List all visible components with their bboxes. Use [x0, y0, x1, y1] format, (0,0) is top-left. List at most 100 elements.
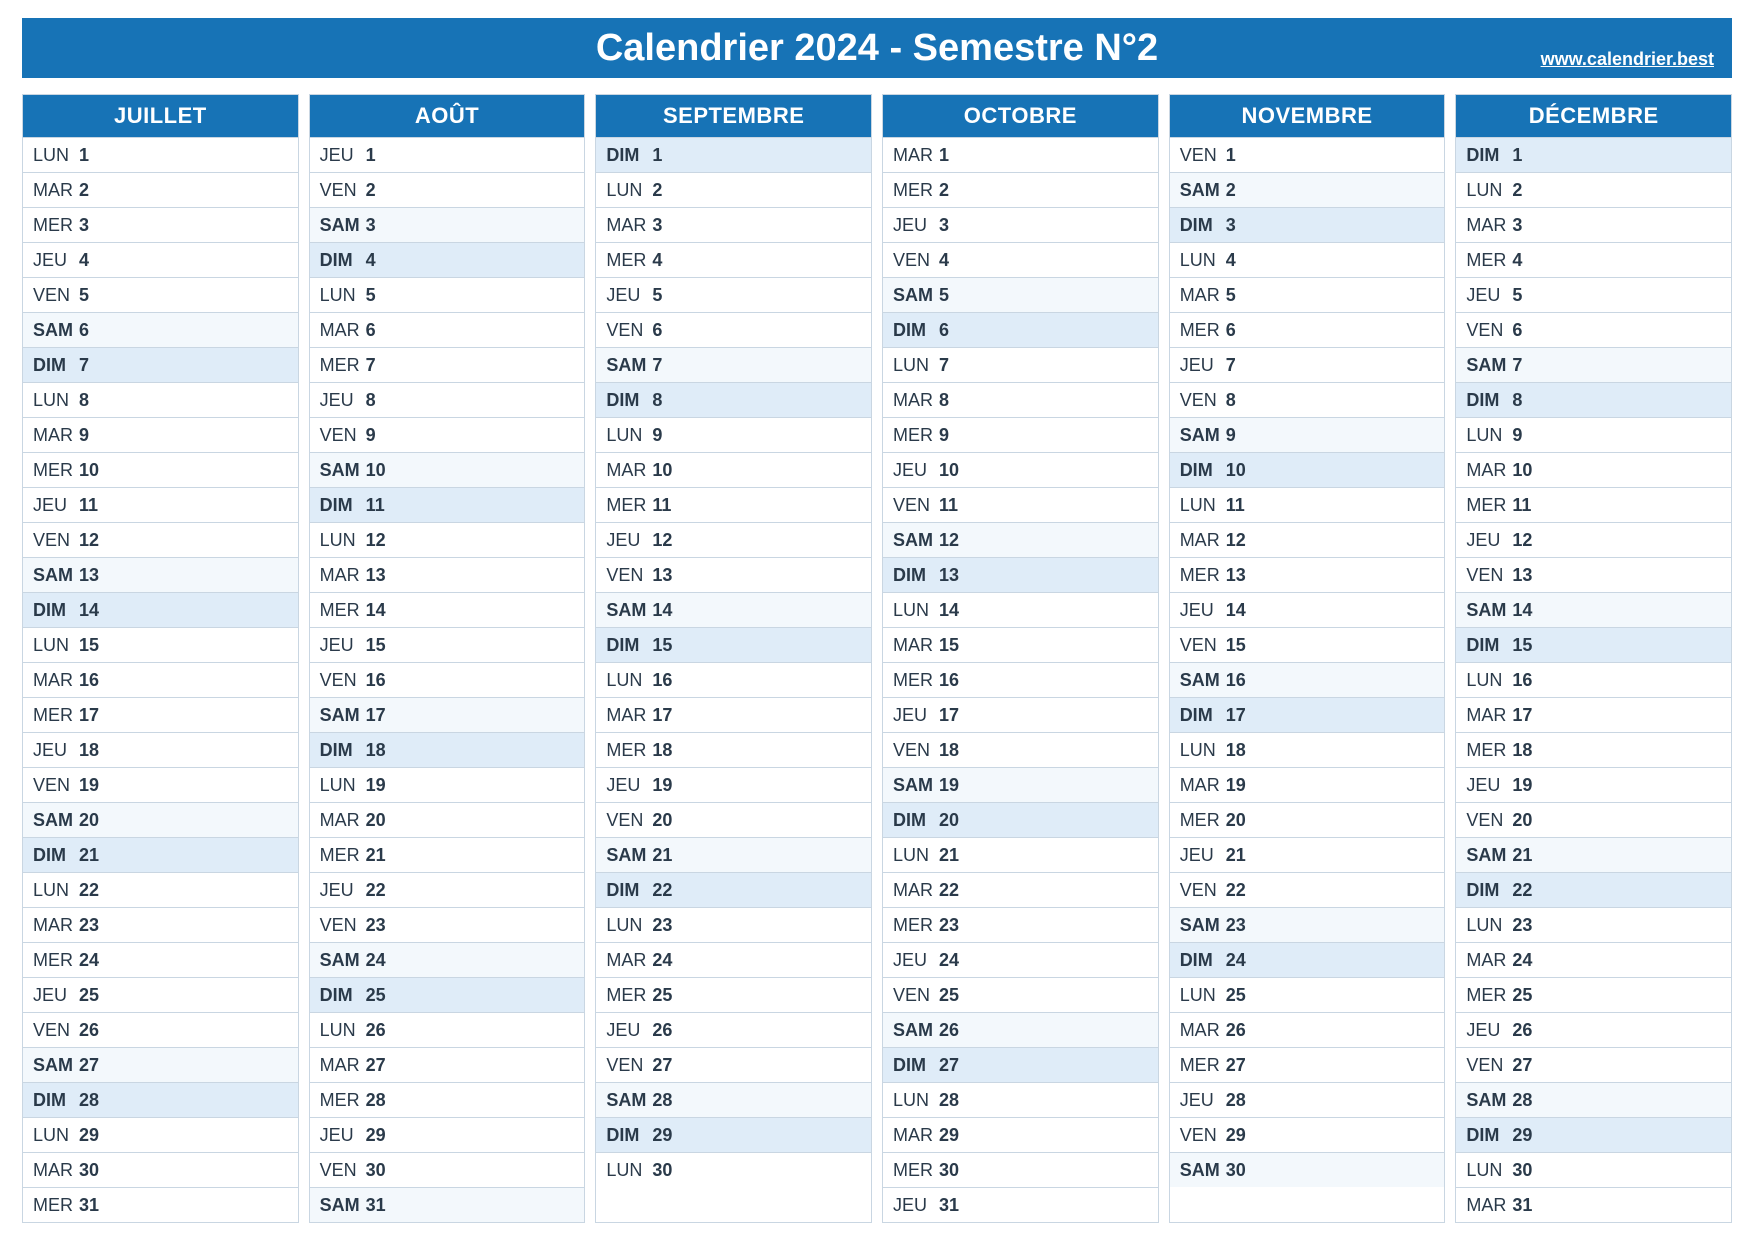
- day-row: LUN30: [596, 1152, 871, 1187]
- day-row: JEU12: [1456, 522, 1731, 557]
- day-of-week: LUN: [596, 180, 648, 201]
- day-number: 7: [648, 355, 662, 376]
- day-number: 6: [1508, 320, 1522, 341]
- day-number: 10: [935, 460, 959, 481]
- day-row: MAR26: [1170, 1012, 1445, 1047]
- day-row: LUN11: [1170, 487, 1445, 522]
- day-row: MER21: [310, 837, 585, 872]
- day-row: MER3: [23, 207, 298, 242]
- month-column: JUILLETLUN1MAR2MER3JEU4VEN5SAM6DIM7LUN8M…: [22, 94, 299, 1223]
- day-of-week: MAR: [1456, 460, 1508, 481]
- month-column: SEPTEMBREDIM1LUN2MAR3MER4JEU5VEN6SAM7DIM…: [595, 94, 872, 1223]
- day-of-week: LUN: [883, 600, 935, 621]
- day-of-week: SAM: [310, 215, 362, 236]
- day-row: JEU8: [310, 382, 585, 417]
- day-number: 18: [75, 740, 99, 761]
- months-grid: JUILLETLUN1MAR2MER3JEU4VEN5SAM6DIM7LUN8M…: [22, 94, 1732, 1223]
- day-row: LUN16: [596, 662, 871, 697]
- day-of-week: LUN: [310, 1020, 362, 1041]
- day-number: 15: [362, 635, 386, 656]
- day-row: SAM23: [1170, 907, 1445, 942]
- day-row: VEN25: [883, 977, 1158, 1012]
- day-of-week: LUN: [1170, 740, 1222, 761]
- day-of-week: SAM: [1456, 355, 1508, 376]
- day-number: 18: [1222, 740, 1246, 761]
- day-number: 13: [648, 565, 672, 586]
- day-row: DIM8: [1456, 382, 1731, 417]
- day-row: DIM1: [1456, 137, 1731, 172]
- day-of-week: MAR: [23, 180, 75, 201]
- day-number: 14: [75, 600, 99, 621]
- day-number: 29: [1222, 1125, 1246, 1146]
- day-number: 25: [1222, 985, 1246, 1006]
- day-number: 21: [935, 845, 959, 866]
- day-of-week: DIM: [1456, 145, 1508, 166]
- day-number: 2: [648, 180, 662, 201]
- day-number: 21: [362, 845, 386, 866]
- day-number: 28: [362, 1090, 386, 1111]
- day-row: MAR15: [883, 627, 1158, 662]
- day-of-week: MAR: [23, 425, 75, 446]
- day-number: 10: [648, 460, 672, 481]
- day-of-week: DIM: [1170, 950, 1222, 971]
- day-row: MAR6: [310, 312, 585, 347]
- day-of-week: LUN: [23, 145, 75, 166]
- header-bar: Calendrier 2024 - Semestre N°2 www.calen…: [22, 18, 1732, 78]
- day-number: 13: [75, 565, 99, 586]
- day-row: VEN6: [1456, 312, 1731, 347]
- day-of-week: JEU: [310, 880, 362, 901]
- day-row: VEN13: [596, 557, 871, 592]
- day-of-week: MAR: [310, 320, 362, 341]
- day-of-week: JEU: [1170, 355, 1222, 376]
- day-row: VEN2: [310, 172, 585, 207]
- day-row: DIM21: [23, 837, 298, 872]
- day-number: 13: [935, 565, 959, 586]
- day-row: MER24: [23, 942, 298, 977]
- day-number: 15: [935, 635, 959, 656]
- day-of-week: MER: [596, 495, 648, 516]
- day-of-week: VEN: [1456, 1055, 1508, 1076]
- day-number: 15: [75, 635, 99, 656]
- day-number: 4: [1508, 250, 1522, 271]
- day-row: DIM22: [1456, 872, 1731, 907]
- day-row: SAM31: [310, 1187, 585, 1222]
- day-of-week: DIM: [310, 985, 362, 1006]
- day-number: 29: [362, 1125, 386, 1146]
- day-row: MER13: [1170, 557, 1445, 592]
- day-number: 9: [75, 425, 89, 446]
- day-row: SAM17: [310, 697, 585, 732]
- day-number: 10: [75, 460, 99, 481]
- day-row: MER23: [883, 907, 1158, 942]
- day-row: JEU19: [596, 767, 871, 802]
- day-number: 28: [648, 1090, 672, 1111]
- day-of-week: MER: [310, 1090, 362, 1111]
- day-of-week: DIM: [23, 600, 75, 621]
- day-number: 1: [1222, 145, 1236, 166]
- day-number: 3: [362, 215, 376, 236]
- day-row: MAR20: [310, 802, 585, 837]
- day-row: JEU28: [1170, 1082, 1445, 1117]
- day-row: JEU19: [1456, 767, 1731, 802]
- day-row: SAM24: [310, 942, 585, 977]
- day-row: MER30: [883, 1152, 1158, 1187]
- day-number: 10: [1222, 460, 1246, 481]
- day-number: 16: [75, 670, 99, 691]
- day-row: JEU29: [310, 1117, 585, 1152]
- day-of-week: DIM: [883, 565, 935, 586]
- day-number: 11: [935, 495, 958, 516]
- day-row: SAM3: [310, 207, 585, 242]
- day-row: MAR1: [883, 137, 1158, 172]
- day-row: SAM9: [1170, 417, 1445, 452]
- day-of-week: MER: [1456, 250, 1508, 271]
- day-row: MAR30: [23, 1152, 298, 1187]
- day-number: 27: [648, 1055, 672, 1076]
- day-row: JEU10: [883, 452, 1158, 487]
- day-row: MAR24: [1456, 942, 1731, 977]
- day-number: 26: [935, 1020, 959, 1041]
- day-row: MAR12: [1170, 522, 1445, 557]
- day-of-week: JEU: [23, 250, 75, 271]
- day-of-week: VEN: [1456, 565, 1508, 586]
- day-row: MAR22: [883, 872, 1158, 907]
- day-row: LUN18: [1170, 732, 1445, 767]
- day-row: MAR9: [23, 417, 298, 452]
